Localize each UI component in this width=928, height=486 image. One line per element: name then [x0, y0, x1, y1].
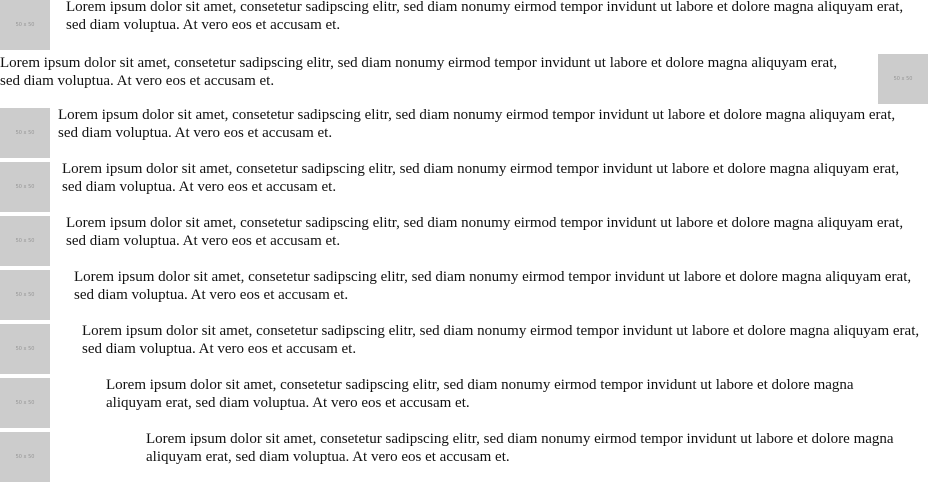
placeholder-image-label: 50 x 50 — [15, 345, 35, 352]
media-item: 50 x 50 Lorem ipsum dolor sit amet, cons… — [0, 377, 928, 428]
media-item-text: Lorem ipsum dolor sit amet, consetetur s… — [74, 269, 912, 303]
placeholder-image-label: 50 x 50 — [15, 237, 35, 244]
media-item-text: Lorem ipsum dolor sit amet, consetetur s… — [0, 55, 838, 89]
placeholder-image: 50 x 50 — [878, 54, 928, 104]
media-item: Lorem ipsum dolor sit amet, consetetur s… — [0, 54, 928, 104]
placeholder-image: 50 x 50 — [0, 324, 50, 374]
media-item: 50 x 50 Lorem ipsum dolor sit amet, cons… — [0, 161, 928, 212]
placeholder-image: 50 x 50 — [0, 108, 50, 158]
media-item: 50 x 50 Lorem ipsum dolor sit amet, cons… — [0, 0, 928, 50]
media-item: 50 x 50 Lorem ipsum dolor sit amet, cons… — [0, 107, 928, 158]
placeholder-image-label: 50 x 50 — [893, 75, 913, 82]
placeholder-image-label: 50 x 50 — [15, 183, 35, 190]
placeholder-image: 50 x 50 — [0, 378, 50, 428]
placeholder-image-label: 50 x 50 — [15, 129, 35, 136]
placeholder-image-label: 50 x 50 — [15, 399, 35, 406]
media-item: 50 x 50 Lorem ipsum dolor sit amet, cons… — [0, 323, 928, 374]
media-item-text: Lorem ipsum dolor sit amet, consetetur s… — [106, 377, 854, 411]
media-item-text: Lorem ipsum dolor sit amet, consetetur s… — [66, 215, 904, 249]
media-item: 50 x 50 Lorem ipsum dolor sit amet, cons… — [0, 215, 928, 266]
media-item: 50 x 50 Lorem ipsum dolor sit amet, cons… — [0, 269, 928, 320]
placeholder-image: 50 x 50 — [0, 216, 50, 266]
media-item-text: Lorem ipsum dolor sit amet, consetetur s… — [146, 431, 894, 465]
placeholder-image-label: 50 x 50 — [15, 453, 35, 460]
placeholder-image-label: 50 x 50 — [15, 291, 35, 298]
placeholder-image: 50 x 50 — [0, 162, 50, 212]
placeholder-image-label: 50 x 50 — [15, 21, 35, 28]
placeholder-image: 50 x 50 — [0, 432, 50, 482]
media-item-text: Lorem ipsum dolor sit amet, consetetur s… — [62, 161, 900, 195]
media-item-text: Lorem ipsum dolor sit amet, consetetur s… — [66, 0, 904, 33]
placeholder-image: 50 x 50 — [0, 0, 50, 50]
media-item: 50 x 50 Lorem ipsum dolor sit amet, cons… — [0, 431, 928, 482]
media-item-text: Lorem ipsum dolor sit amet, consetetur s… — [58, 107, 896, 141]
placeholder-image: 50 x 50 — [0, 270, 50, 320]
media-item-text: Lorem ipsum dolor sit amet, consetetur s… — [82, 323, 920, 357]
